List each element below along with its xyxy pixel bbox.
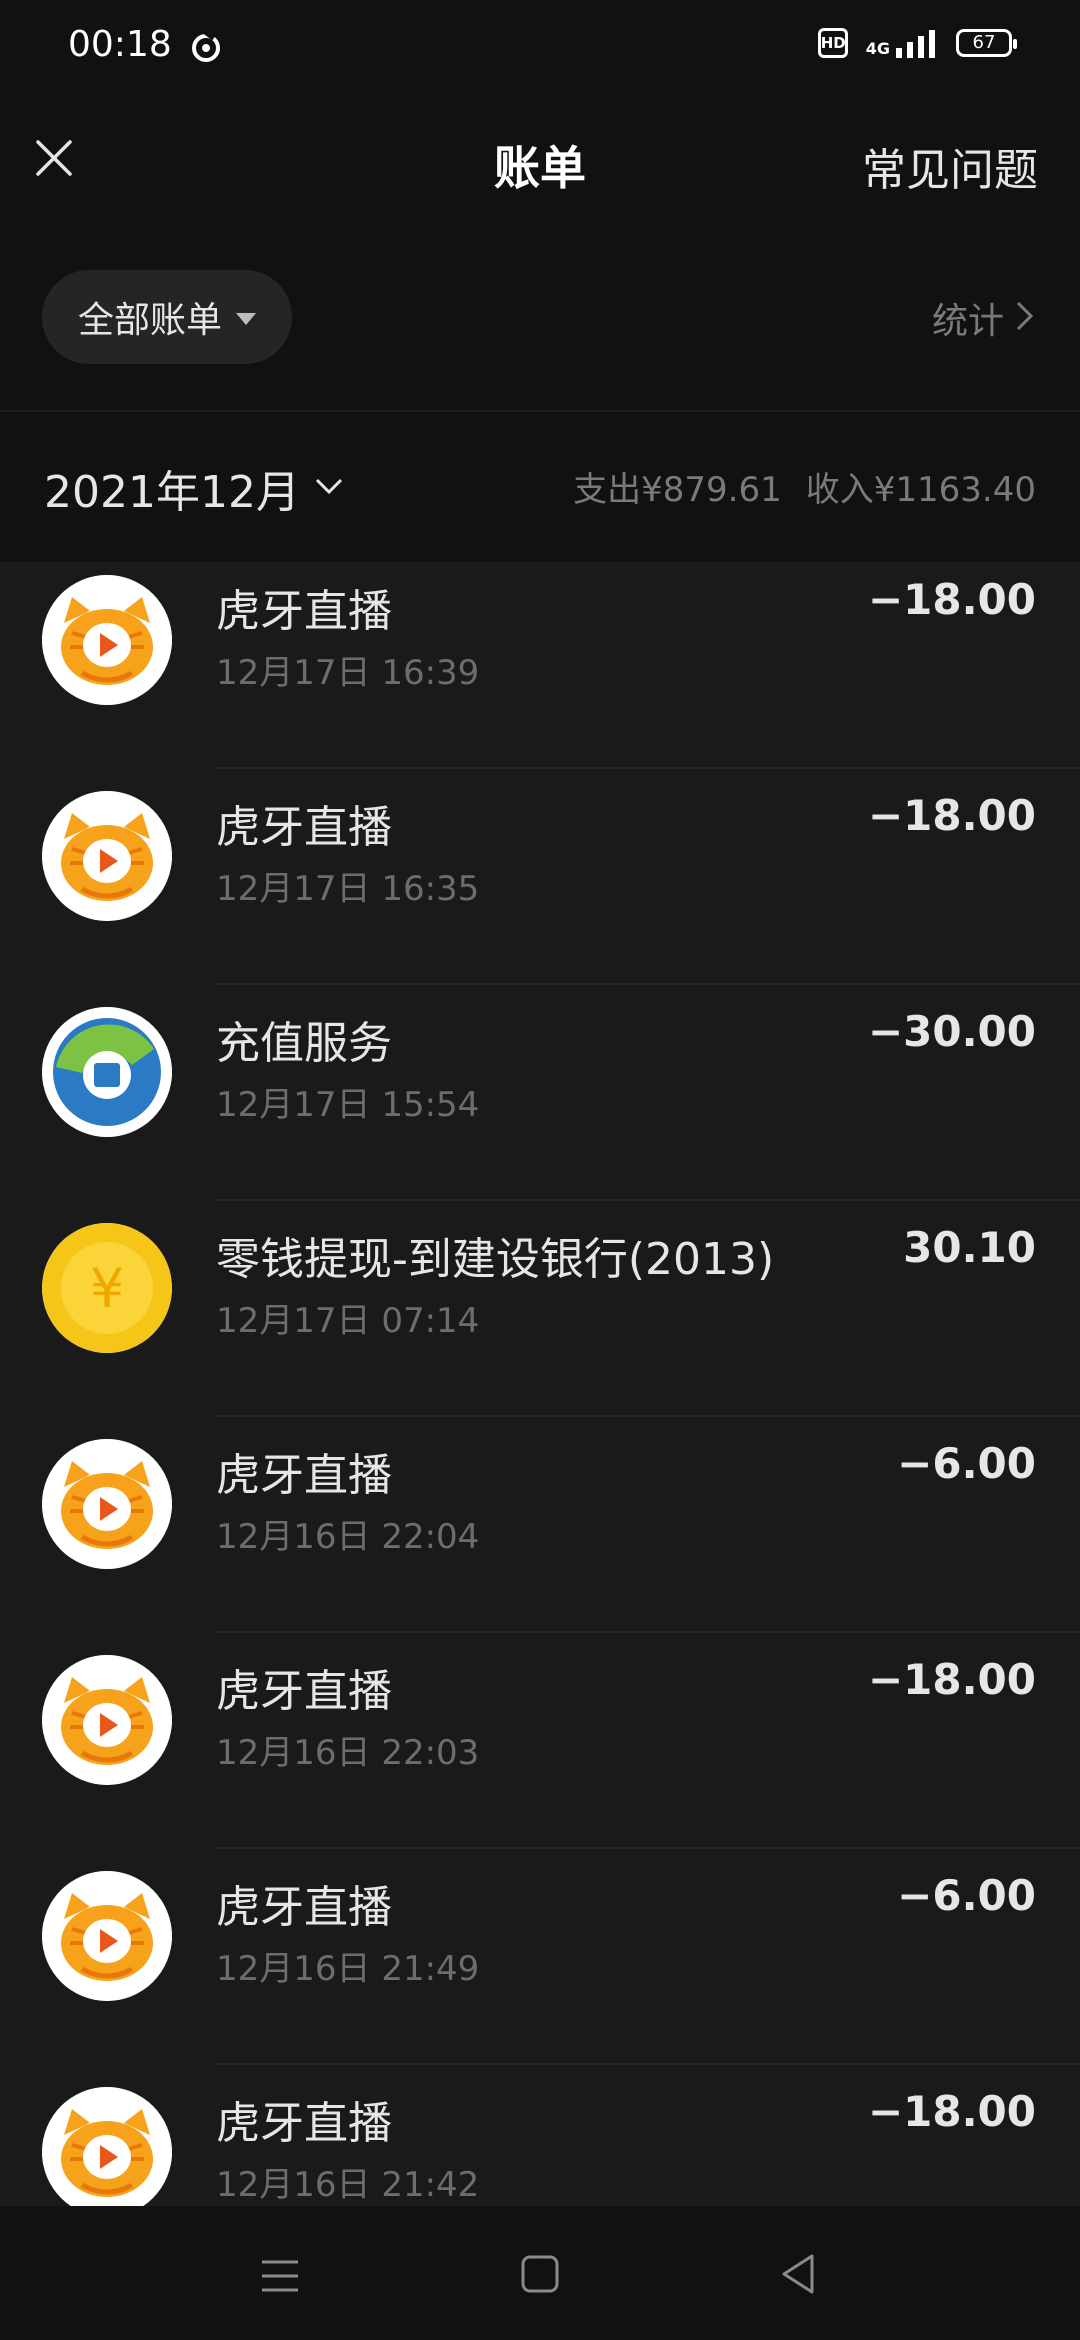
network-type: 4G: [865, 39, 890, 58]
merchant-name: 虎牙直播: [216, 2098, 392, 2149]
bill-list-content: 虎牙直播 12月17日 16:39 −18.00 虎牙直播 12月17日 16:35 −1…: [0, 562, 1080, 2206]
merchant-name: 虎牙直播: [216, 1882, 392, 1933]
bill-item[interactable]: 虎牙直播 12月16日 21:49 −6.00: [0, 1849, 1080, 2065]
stats-link[interactable]: 统计: [932, 292, 1036, 344]
transaction-amount: −18.00: [867, 1655, 1036, 1704]
transaction-amount: −18.00: [867, 575, 1036, 624]
income-total: 收入¥1163.40: [805, 470, 1036, 510]
bill-type-filter[interactable]: 全部账单: [42, 270, 292, 364]
stats-label: 统计: [931, 301, 1004, 342]
transaction-time: 12月16日 22:03: [216, 1733, 480, 1773]
month-summary: 支出¥879.61 收入¥1163.40: [573, 462, 1036, 511]
back-icon[interactable]: [778, 2252, 818, 2300]
filter-label: 全部账单: [77, 300, 222, 341]
transaction-time: 12月17日 16:35: [216, 869, 480, 909]
transaction-time: 12月16日 21:42: [216, 2165, 480, 2205]
menu-icon[interactable]: [260, 2256, 300, 2300]
hotspot-icon: [188, 28, 224, 68]
huya-tiger-icon: [42, 1439, 172, 1569]
bill-list[interactable]: 虎牙直播 12月17日 16:39 −18.00 虎牙直播 12月17日 16:35 −1…: [0, 562, 1080, 2206]
huya-tiger-icon: [42, 2087, 172, 2206]
recharge-service-icon: [42, 1007, 172, 1137]
filter-row: 全部账单 统计: [0, 226, 1080, 410]
huya-tiger-icon: [42, 1871, 172, 2001]
merchant-name: 虎牙直播: [216, 1666, 392, 1717]
hd-badge: HD: [817, 28, 848, 58]
system-nav-bar: [0, 2206, 1080, 2340]
merchant-name: 零钱提现-到建设银行(2013): [216, 1234, 775, 1285]
transaction-time: 12月16日 21:49: [216, 1949, 480, 1989]
bill-item[interactable]: 虎牙直播 12月17日 16:35 −18.00: [0, 769, 1080, 985]
merchant-name: 充值服务: [216, 1018, 392, 1069]
bill-item[interactable]: 虎牙直播 12月16日 22:04 −6.00: [0, 1417, 1080, 1633]
transaction-time: 12月17日 07:14: [216, 1301, 480, 1341]
caret-down-icon: [236, 313, 256, 325]
transaction-amount: −30.00: [867, 1007, 1036, 1056]
status-indicators: HD 4G 67: [817, 28, 1017, 58]
bill-item[interactable]: ¥ 零钱提现-到建设银行(2013) 12月17日 07:14 30.10: [0, 1201, 1080, 1417]
chevron-down-icon: [314, 476, 344, 500]
transaction-amount: 30.10: [903, 1223, 1036, 1272]
transaction-time: 12月17日 15:54: [216, 1085, 480, 1125]
faq-link[interactable]: 常见问题: [862, 134, 1038, 198]
merchant-name: 虎牙直播: [216, 1450, 392, 1501]
transaction-time: 12月17日 16:39: [216, 653, 480, 693]
status-time: 00:18: [68, 24, 172, 65]
home-icon[interactable]: [520, 2254, 560, 2298]
expense-total: 支出¥879.61: [573, 470, 782, 510]
huya-tiger-icon: [42, 575, 172, 705]
transaction-amount: −6.00: [897, 1439, 1036, 1488]
status-bar: 00:18 HD 4G 67: [0, 0, 1080, 96]
huya-tiger-icon: [42, 1655, 172, 1785]
merchant-name: 虎牙直播: [216, 586, 392, 637]
bill-item[interactable]: 虎牙直播 12月16日 21:42 −18.00: [0, 2065, 1080, 2206]
bill-item[interactable]: 充值服务 12月17日 15:54 −30.00: [0, 985, 1080, 1201]
month-picker[interactable]: 2021年12月: [44, 456, 344, 520]
transaction-time: 12月16日 22:04: [216, 1517, 480, 1557]
transaction-amount: −6.00: [897, 1871, 1036, 1920]
transaction-amount: −18.00: [867, 2087, 1036, 2136]
month-label: 2021年12月: [44, 467, 300, 518]
battery-icon: 67: [956, 29, 1017, 57]
month-row: 2021年12月 支出¥879.61 收入¥1163.40: [0, 412, 1080, 562]
yuan-coin-icon: ¥: [42, 1223, 172, 1353]
bill-item[interactable]: 虎牙直播 12月17日 16:39 −18.00: [0, 562, 1080, 769]
merchant-name: 虎牙直播: [216, 802, 392, 853]
app-header: 账单 常见问题: [0, 96, 1080, 226]
svg-text:¥: ¥: [90, 1257, 124, 1320]
bill-item[interactable]: 虎牙直播 12月16日 22:03 −18.00: [0, 1633, 1080, 1849]
huya-tiger-icon: [42, 791, 172, 921]
chevron-right-icon: [1014, 299, 1036, 337]
signal-icon: 4G: [866, 28, 938, 58]
transaction-amount: −18.00: [867, 791, 1036, 840]
